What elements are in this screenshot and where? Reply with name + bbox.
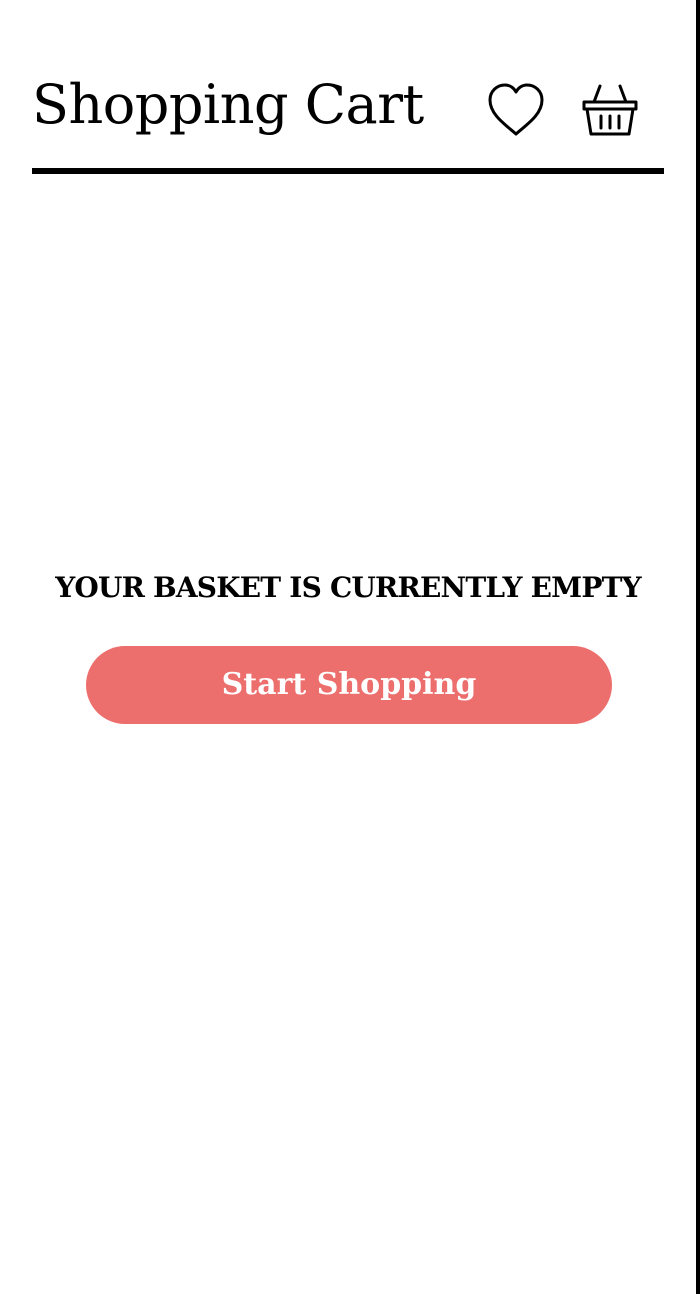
- basket-button[interactable]: [578, 78, 642, 142]
- start-shopping-button[interactable]: Start Shopping: [86, 646, 612, 724]
- window-edge: [696, 0, 700, 1294]
- wishlist-button[interactable]: [484, 78, 548, 142]
- header-divider: [32, 168, 664, 174]
- heart-icon: [488, 83, 544, 136]
- empty-cart-message: YOUR BASKET IS CURRENTLY EMPTY: [55, 571, 641, 604]
- page-title: Shopping Cart: [32, 73, 424, 136]
- header: Shopping Cart: [32, 60, 664, 174]
- basket-icon: [582, 84, 638, 136]
